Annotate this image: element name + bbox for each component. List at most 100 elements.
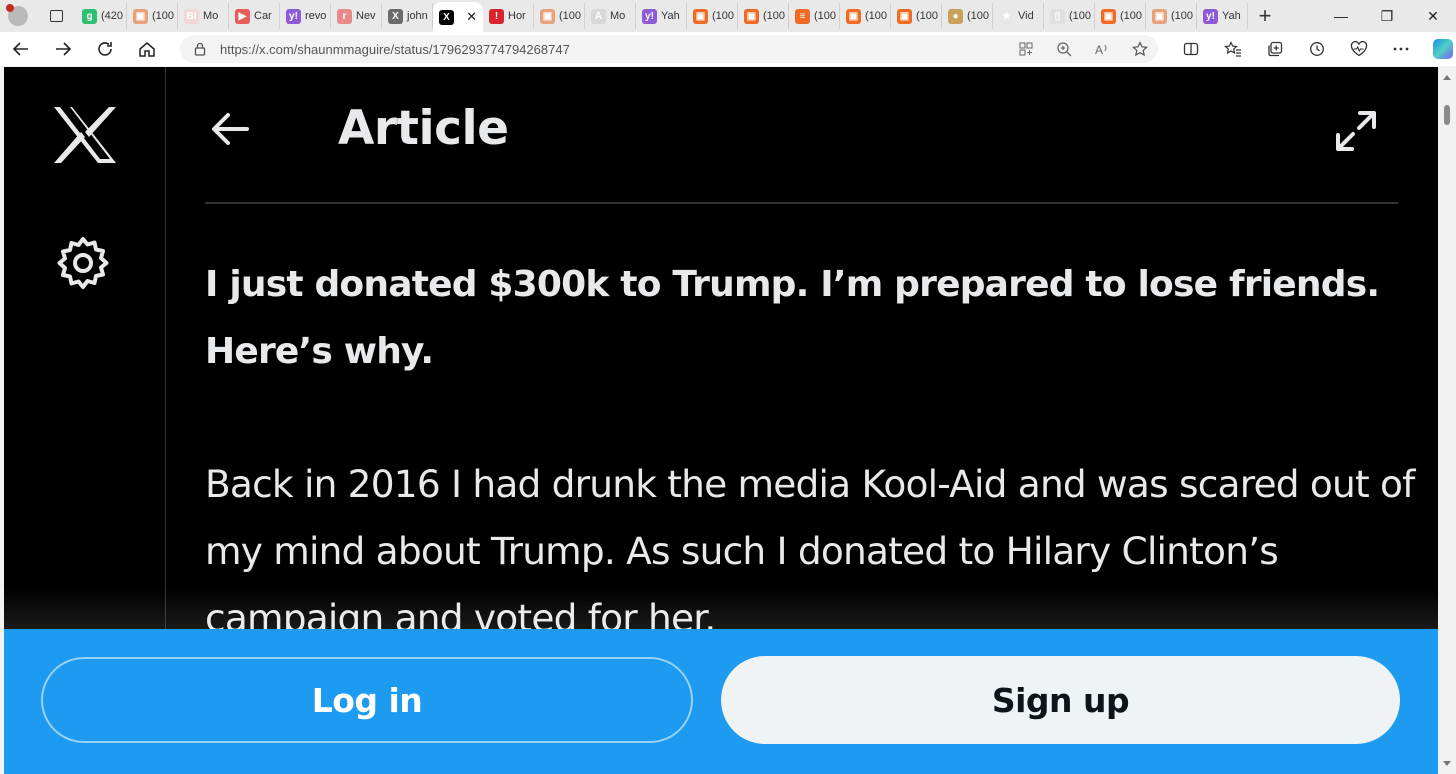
tab-favicon-icon: ▣ <box>897 8 912 24</box>
browser-tab[interactable]: ▣ (100 <box>127 3 178 29</box>
favorites-button[interactable] <box>1212 32 1254 66</box>
browser-tab[interactable]: ! Hor <box>483 3 534 29</box>
tab-label: revo <box>305 10 327 22</box>
tab-favicon-icon: A <box>591 8 606 24</box>
tab-favicon-icon: y! <box>286 8 301 24</box>
browser-tab[interactable]: y! Yah <box>636 3 687 29</box>
more-menu-button[interactable] <box>1380 32 1422 66</box>
close-tab-icon[interactable]: ✕ <box>466 9 477 25</box>
tab-favicon-icon: X <box>388 8 403 24</box>
svg-text:A: A <box>1095 43 1103 57</box>
refresh-button[interactable] <box>84 32 126 66</box>
tab-favicon-icon: ▣ <box>540 8 555 24</box>
back-arrow-icon <box>12 42 28 56</box>
browser-tab[interactable]: ▣ (100 <box>1095 3 1146 29</box>
forward-arrow-icon <box>56 42 72 56</box>
tab-favicon-icon: g <box>82 8 97 24</box>
tab-favicon-icon: ≡ <box>795 8 810 24</box>
tab-actions-icon <box>49 10 63 22</box>
signup-button[interactable]: Sign up <box>721 656 1400 744</box>
tab-strip: g (420 ▣ (100 BI Mo ▶ Car y! revo r Nev Xjohn X ✕! Hor ▣… <box>0 0 1456 32</box>
tab-favicon-icon: ★ <box>999 8 1014 24</box>
avatar <box>6 4 28 26</box>
url-text[interactable]: https://x.com/shaunmmaguire/status/17962… <box>220 42 570 57</box>
history-button[interactable] <box>1296 32 1338 66</box>
lock-icon[interactable] <box>180 42 220 56</box>
settings-gear-icon[interactable] <box>55 235 111 296</box>
zoom-icon[interactable] <box>1056 41 1072 57</box>
browser-tab[interactable]: ★ Vid <box>993 3 1044 29</box>
read-aloud-icon[interactable]: A <box>1094 41 1110 57</box>
browser-tab[interactable]: y! revo <box>280 3 331 29</box>
scrollbar-thumb[interactable] <box>1444 105 1450 125</box>
tab-favicon-icon: ▣ <box>1101 8 1116 24</box>
browser-tab[interactable]: ▯ (100 <box>1044 3 1095 29</box>
tab-label: Mo <box>610 10 626 22</box>
x-favicon-icon: X <box>439 9 454 25</box>
browser-tab[interactable]: A Mo <box>585 3 636 29</box>
browser-tab[interactable]: ▣ (100 <box>891 3 942 29</box>
tab-label: Vid <box>1018 10 1034 22</box>
minimize-button[interactable]: — <box>1318 0 1364 32</box>
browser-tab[interactable]: ▣ (100 <box>687 3 738 29</box>
tab-label: Yah <box>1222 10 1241 22</box>
scroll-down-icon[interactable] <box>1443 761 1451 766</box>
tab-favicon-icon: y! <box>642 8 657 24</box>
browser-tab[interactable]: r Nev <box>331 3 382 29</box>
tab-active[interactable]: X ✕ <box>433 2 483 32</box>
browser-tab[interactable]: ▣ (100 <box>534 3 585 29</box>
page-viewport: Article I just donated $300k to Trump. I… <box>4 67 1438 774</box>
tab-label: (100 <box>712 10 735 22</box>
tab-label: Nev <box>356 10 376 22</box>
forward-button[interactable] <box>42 32 84 66</box>
tab-actions-button[interactable] <box>36 0 76 32</box>
back-arrow-icon[interactable] <box>210 111 250 152</box>
browser-essentials-button[interactable] <box>1338 32 1380 66</box>
page-scrollbar[interactable] <box>1438 67 1456 774</box>
tab-label: (100 <box>1120 10 1143 22</box>
browser-tab[interactable]: ▶ Car <box>229 3 280 29</box>
browser-tab[interactable]: ● (100 <box>942 3 993 29</box>
bottom-fade <box>4 587 1438 629</box>
tab-label: Yah <box>661 10 680 22</box>
scroll-up-icon[interactable] <box>1443 75 1451 80</box>
restore-button[interactable]: ❐ <box>1364 0 1410 32</box>
split-screen-button[interactable] <box>1170 32 1212 66</box>
address-bar[interactable]: https://x.com/shaunmmaguire/status/17962… <box>180 35 1158 63</box>
new-tab-button[interactable]: + <box>1248 0 1282 32</box>
tab-favicon-icon: ▶ <box>235 8 250 24</box>
browser-tab[interactable]: ▣ (100 <box>840 3 891 29</box>
collections-icon <box>1268 41 1283 57</box>
browser-tab[interactable]: ≡ (100 <box>789 3 840 29</box>
favorite-star-icon[interactable] <box>1132 41 1148 57</box>
heart-pulse-icon <box>1350 41 1368 57</box>
browser-tab[interactable]: y! Yah <box>1197 3 1248 29</box>
tab-label: (420 <box>101 10 124 22</box>
browser-tab[interactable]: g (420 <box>76 3 127 29</box>
collections-button[interactable] <box>1254 32 1296 66</box>
home-icon <box>139 42 155 57</box>
profile-button[interactable] <box>0 0 36 32</box>
app-available-icon[interactable] <box>1018 41 1034 57</box>
login-button[interactable]: Log in <box>41 657 693 743</box>
copilot-button[interactable] <box>1422 32 1456 66</box>
tab-favicon-icon: r <box>337 8 352 24</box>
tab-favicon-icon: ! <box>489 8 504 24</box>
favorites-icon <box>1224 41 1241 57</box>
home-button[interactable] <box>126 32 168 66</box>
back-button[interactable] <box>0 32 42 66</box>
split-screen-icon <box>1183 42 1199 56</box>
page-title: Article <box>338 101 509 156</box>
expand-icon[interactable] <box>1334 109 1378 158</box>
browser-tab[interactable]: BI Mo <box>178 3 229 29</box>
x-logo-icon[interactable] <box>52 105 118 170</box>
close-window-button[interactable]: ✕ <box>1410 0 1456 32</box>
ellipsis-icon <box>1393 47 1409 51</box>
header-divider <box>205 202 1398 204</box>
browser-tab[interactable]: ▣ (100 <box>1146 3 1197 29</box>
browser-tab[interactable]: ▣ (100 <box>738 3 789 29</box>
browser-tab[interactable]: Xjohn <box>382 3 433 29</box>
tab-label: (100 <box>559 10 582 22</box>
tab-favicon-icon: ▣ <box>693 8 708 24</box>
tab-label: (100 <box>763 10 786 22</box>
